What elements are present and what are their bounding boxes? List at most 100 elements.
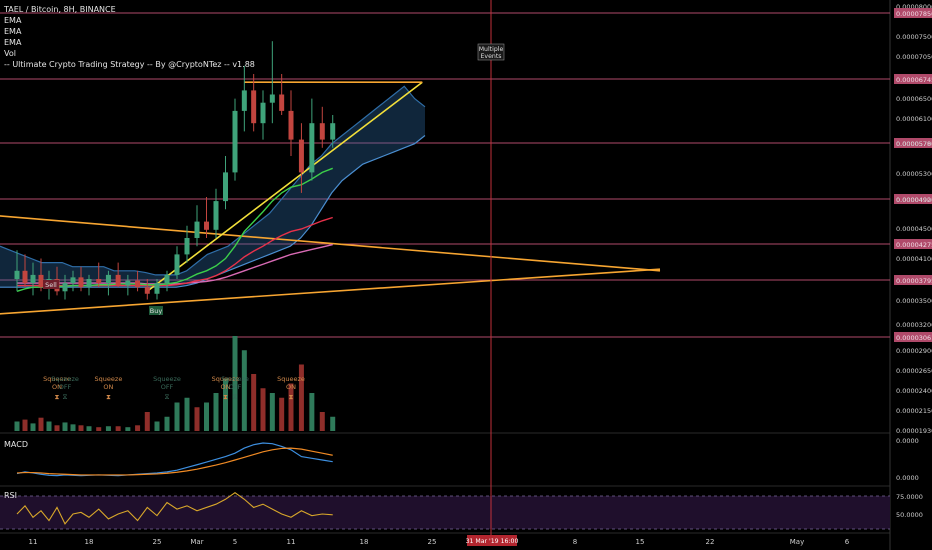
rsi-axis-label: 75.0000 [896,493,923,501]
volume-bar [309,393,315,431]
candle-body [135,280,141,288]
squeeze-label: OFF [229,383,242,391]
price-axis-label: 0.00001930 [896,427,932,435]
sell-signal-text: Sell [45,281,57,289]
candle-body [164,274,170,284]
price-axis-label: 0.00005700 [896,140,932,148]
squeeze-hourglass-icon: ⧖ [233,393,238,401]
time-axis-label: 25 [153,538,162,546]
candle-body [298,139,304,173]
time-axis-label: May [790,538,804,546]
candle-body [260,102,266,124]
squeeze-hourglass-icon: ⧖ [165,393,170,401]
time-axis-label: 11 [287,538,296,546]
rsi-band [0,496,890,529]
price-axis-label: 0.00003061 [896,334,932,342]
price-axis-label: 0.00004275 [896,241,932,249]
price-axis-label: 0.00007500 [896,33,932,41]
multiple-events-text: Events [481,53,502,60]
chart-title[interactable]: TAEL / Bitcoin, 8H, BINANCE [4,4,255,15]
price-axis-label: 0.00006100 [896,115,932,123]
time-axis-label: 22 [706,538,715,546]
volume-bar [105,426,111,431]
candle-body [241,90,247,111]
buy-signal-text: Buy [150,307,163,315]
volume-bar [38,417,44,431]
multiple-events-label: MultipleEvents [477,43,505,61]
rsi-axis-label: 50.0000 [896,511,923,519]
price-axis-label: 0.00006500 [896,95,932,103]
indicator-volume[interactable]: Vol [4,48,255,59]
price-axis-label: 0.00004500 [896,225,932,233]
price-axis-label: 0.00002650 [896,367,932,375]
squeeze-label: Squeeze [153,375,181,383]
candle-body [174,254,180,275]
time-axis-label: 8 [573,538,577,546]
candle-body [213,201,219,230]
squeeze-label: Squeeze [221,375,249,383]
squeeze-hourglass-icon: ⧗ [106,393,111,401]
volume-bar [115,426,121,431]
volume-bar [260,388,266,431]
volume-bar [62,422,68,431]
candle-body [279,94,285,111]
volume-bar [54,425,60,431]
crosshair-date-text: 31 Mar '19 16:00 [466,538,519,545]
squeeze-hourglass-icon: ⧗ [55,393,60,401]
volume-bar [241,350,247,431]
candle-body [154,283,160,294]
candle-body [269,94,275,103]
candle-body [223,172,228,202]
price-axis-label: 0.00004100 [896,255,932,263]
volume-bar [22,419,28,431]
volume-bar [269,393,275,431]
squeeze-label: OFF [161,383,174,391]
volume-bar [125,427,131,431]
volume-bar [204,402,209,431]
indicator-ema-1[interactable]: EMA [4,15,255,26]
candle-body [232,110,238,173]
indicator-ema-2[interactable]: EMA [4,26,255,37]
time-axis-label: 15 [636,538,645,546]
volume-bar [194,407,200,431]
squeeze-label: Squeeze [277,375,305,383]
volume-bar [174,402,180,431]
candle-body [96,279,102,284]
volume-bar [78,425,84,431]
trendline-upper [0,215,661,272]
time-axis-label: Mar [190,538,203,546]
candle-body [78,277,84,288]
candle-body [184,238,190,255]
volume-bar [154,421,160,431]
candle-body [30,274,36,284]
volume-bar [144,412,150,431]
volume-bar [46,421,52,431]
squeeze-label: ON [286,383,296,391]
cloud-fill [0,86,425,288]
volume-bar [86,426,92,431]
chart-legend: TAEL / Bitcoin, 8H, BINANCE EMA EMA EMA … [4,4,255,70]
candle-body [86,279,92,288]
price-axis-label: 0.00004900 [896,196,932,204]
candle-body [288,110,294,140]
squeeze-hourglass-icon: ⧗ [289,393,294,401]
macd-axis-label: 0.0000 [896,474,919,482]
price-axis-label: 0.00002900 [896,347,932,355]
volume-bar [164,416,170,431]
squeeze-label: ON [103,383,113,391]
time-axis-label: 25 [428,538,437,546]
chart-canvas[interactable]: MultipleEventsSellBuySqueezeON⧗SqueezeOF… [0,0,932,550]
price-axis-label: 0.00003500 [896,297,932,305]
macd-axis-label: 0.0000 [896,437,919,445]
rsi-pane-label[interactable]: RSI [4,491,17,500]
time-axis-label: 11 [29,538,38,546]
price-axis-label: 0.00007850 [896,10,932,18]
chart-root: Multiple Events Sell Buy Squeeze ON ⧗ Squeeze OF… [0,0,932,550]
candle-body [125,280,131,286]
indicator-strategy[interactable]: -- Ultimate Crypto Trading Strategy -- B… [4,59,255,70]
candle-body [330,123,336,140]
indicator-ema-3[interactable]: EMA [4,37,255,48]
volume-bar [319,412,325,431]
macd-pane-label[interactable]: MACD [4,440,28,449]
price-axis-label: 0.00003795 [896,277,932,285]
